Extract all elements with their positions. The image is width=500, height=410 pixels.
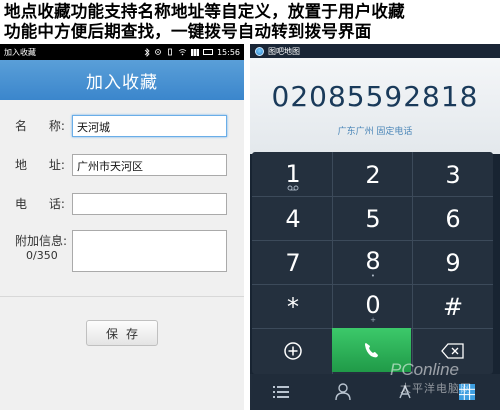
status-app-name: 加入收藏 xyxy=(4,47,36,57)
key-0[interactable]: 0 + xyxy=(334,286,412,328)
dialed-number: 02085592818 xyxy=(271,80,479,113)
headline-line-2: 功能中方便后期查找，一键拨号自动转到拨号界面 xyxy=(4,22,372,41)
gps-icon xyxy=(155,49,161,55)
phone-label-char: 电 xyxy=(15,197,28,211)
dialpad-divider xyxy=(252,196,493,197)
key-0-digit: 0 xyxy=(365,290,381,319)
phone-field[interactable] xyxy=(72,193,227,215)
name-label: 名 称: xyxy=(15,117,71,134)
plus-circle-icon xyxy=(284,342,302,360)
key-2[interactable]: 2 xyxy=(334,154,412,196)
headline-line-1: 地点收藏功能支持名称地址等自定义，放置于用户收藏 xyxy=(4,2,405,21)
page-title: 加入收藏 xyxy=(0,60,244,100)
key-1[interactable]: 1 xyxy=(254,154,332,196)
address-label-char-2: 址: xyxy=(48,158,65,172)
status-time: 15:56 xyxy=(216,47,240,57)
extra-info-field[interactable] xyxy=(72,230,227,272)
watermark: PConline 太平洋电脑网 xyxy=(390,360,498,410)
watermark-logo: PConline xyxy=(390,360,459,379)
save-button[interactable]: 保存 xyxy=(86,320,158,346)
bluetooth-icon xyxy=(144,47,150,57)
key-6[interactable]: 6 xyxy=(414,198,492,240)
name-label-char: 名 xyxy=(15,119,28,133)
add-favorite-screen: 加入收藏 15:56 加入收藏 名 称: 天河城 地 址: 广州市天河区 电 话… xyxy=(0,44,244,410)
key-7[interactable]: 7 xyxy=(254,242,332,284)
address-field[interactable]: 广州市天河区 xyxy=(72,154,227,176)
wifi-icon xyxy=(178,49,187,56)
address-label: 地 址: xyxy=(15,156,65,173)
key-9[interactable]: 9 xyxy=(414,242,492,284)
signal-icon xyxy=(190,48,199,56)
backspace-icon xyxy=(441,343,464,359)
key-1-digit: 1 xyxy=(285,159,301,188)
tab-contacts[interactable] xyxy=(312,374,374,410)
name-label-char-2: 称: xyxy=(48,119,65,133)
phone-label: 电 话: xyxy=(15,195,65,212)
status-bar-right: 图吧地图 xyxy=(250,44,500,58)
map-app-icon xyxy=(255,46,264,56)
vibrate-icon xyxy=(168,48,172,56)
key-8-sub: • xyxy=(370,271,376,280)
dialpad-divider xyxy=(412,152,413,374)
key-hash[interactable]: # xyxy=(414,286,492,328)
key-5[interactable]: 5 xyxy=(334,198,412,240)
phone-handset-icon xyxy=(364,343,378,358)
number-location: 广东广州 固定电话 xyxy=(337,127,413,137)
key-8-digit: 8 xyxy=(365,246,381,275)
watermark-site: 太平洋电脑网 xyxy=(400,382,472,395)
voicemail-icon xyxy=(287,185,299,190)
extra-info-label: 附加信息: xyxy=(15,234,68,248)
name-field[interactable]: 天河城 xyxy=(72,115,227,137)
status-tray: 15:56 xyxy=(144,48,240,57)
key-8[interactable]: 8 • xyxy=(334,242,412,284)
status-app-name-right: 图吧地图 xyxy=(268,46,300,56)
dialpad-divider xyxy=(252,284,493,285)
key-star[interactable]: * xyxy=(254,286,332,328)
battery-icon xyxy=(202,49,213,55)
add-contact-button[interactable] xyxy=(254,330,332,372)
person-icon xyxy=(335,383,351,401)
list-icon xyxy=(273,386,289,398)
phone-label-char-2: 话: xyxy=(48,197,65,211)
address-label-char: 地 xyxy=(15,158,28,172)
key-3[interactable]: 3 xyxy=(414,154,492,196)
extra-info-counter: 0/350 xyxy=(26,249,58,262)
key-4[interactable]: 4 xyxy=(254,198,332,240)
key-0-sub: + xyxy=(370,315,376,324)
dialpad-divider xyxy=(252,240,493,241)
status-bar: 加入收藏 15:56 xyxy=(0,44,244,60)
tab-call-log[interactable] xyxy=(250,374,312,410)
dialer-screen: 图吧地图 02085592818 广东广州 固定电话 1 2 3 4 5 6 7… xyxy=(250,44,500,410)
number-display: 02085592818 广东广州 固定电话 xyxy=(250,58,500,154)
divider xyxy=(0,296,244,297)
headline: 地点收藏功能支持名称地址等自定义，放置于用户收藏 功能中方便后期查找，一键拨号自… xyxy=(0,0,500,44)
